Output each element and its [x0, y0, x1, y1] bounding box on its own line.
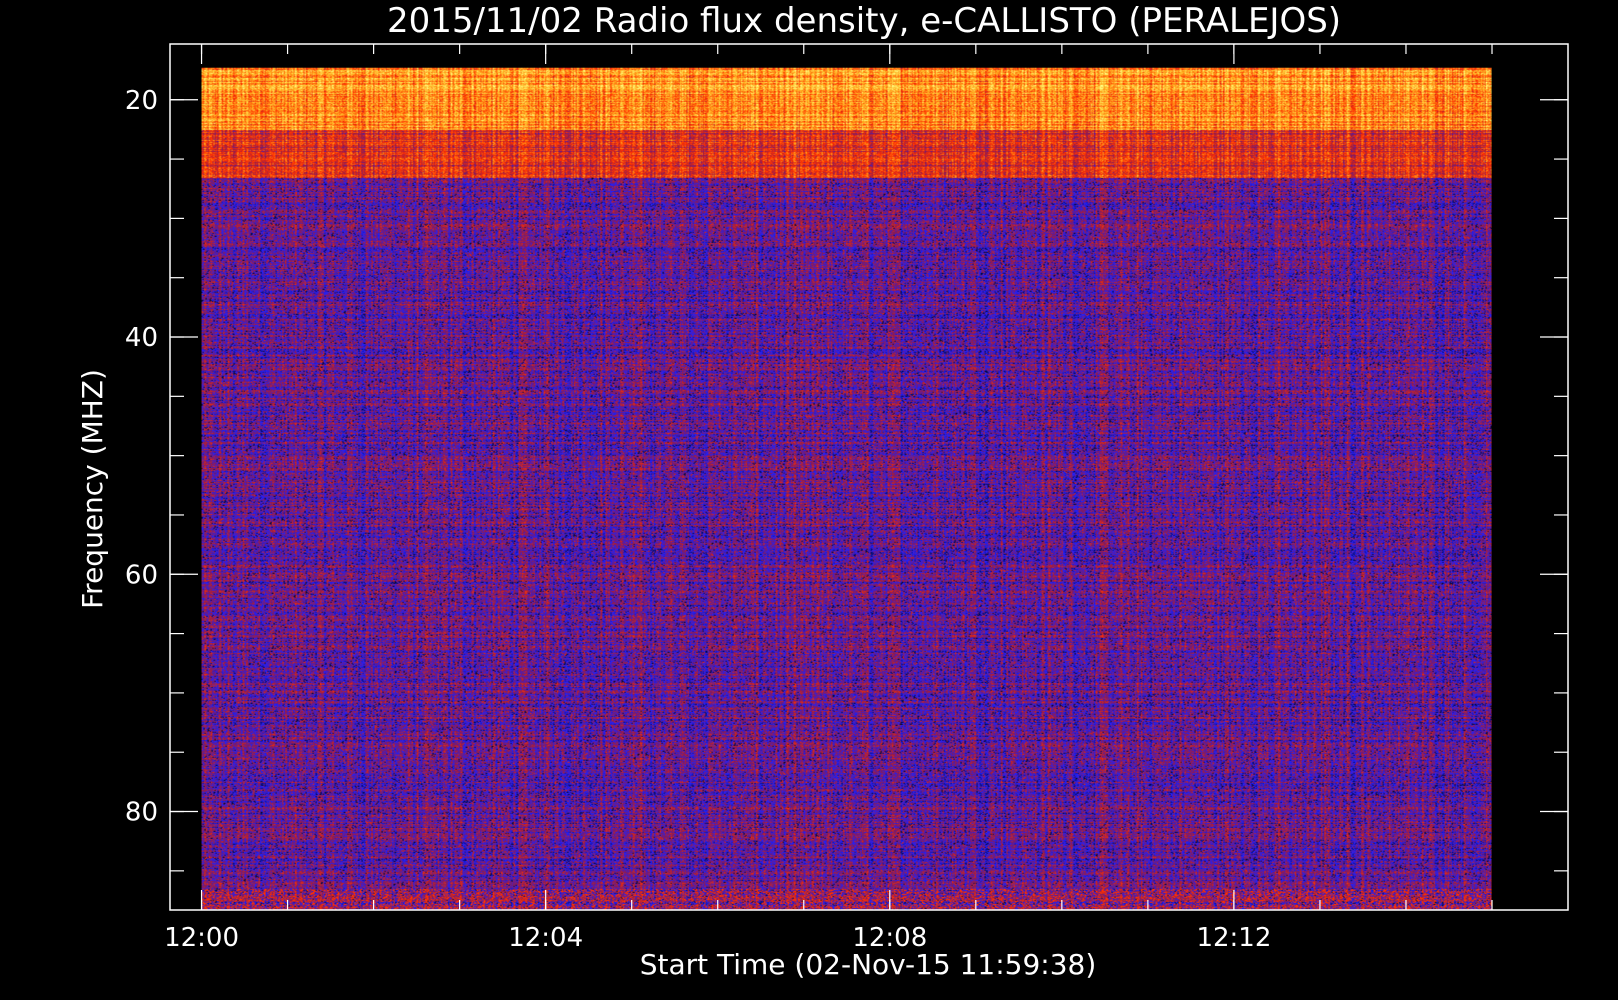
spectrogram-image: [201, 67, 1492, 910]
x-tick-label: 12:00: [164, 923, 239, 953]
spectrogram-chart: 2015/11/02 Radio flux density, e-CALLIST…: [0, 0, 1618, 1000]
spectrogram-heatmap: [201, 67, 1492, 910]
x-tick-label: 12:04: [508, 923, 583, 953]
y-tick-label: 40: [125, 323, 158, 353]
x-tick-label: 12:12: [1196, 923, 1271, 953]
y-tick-label: 60: [125, 560, 158, 590]
chart-title: 2015/11/02 Radio flux density, e-CALLIST…: [387, 1, 1341, 41]
y-axis-label: Frequency (MHZ): [76, 369, 109, 609]
y-tick-label: 20: [125, 86, 158, 116]
y-tick-label: 80: [125, 798, 158, 828]
x-axis-label: Start Time (02-Nov-15 11:59:38): [640, 948, 1097, 981]
